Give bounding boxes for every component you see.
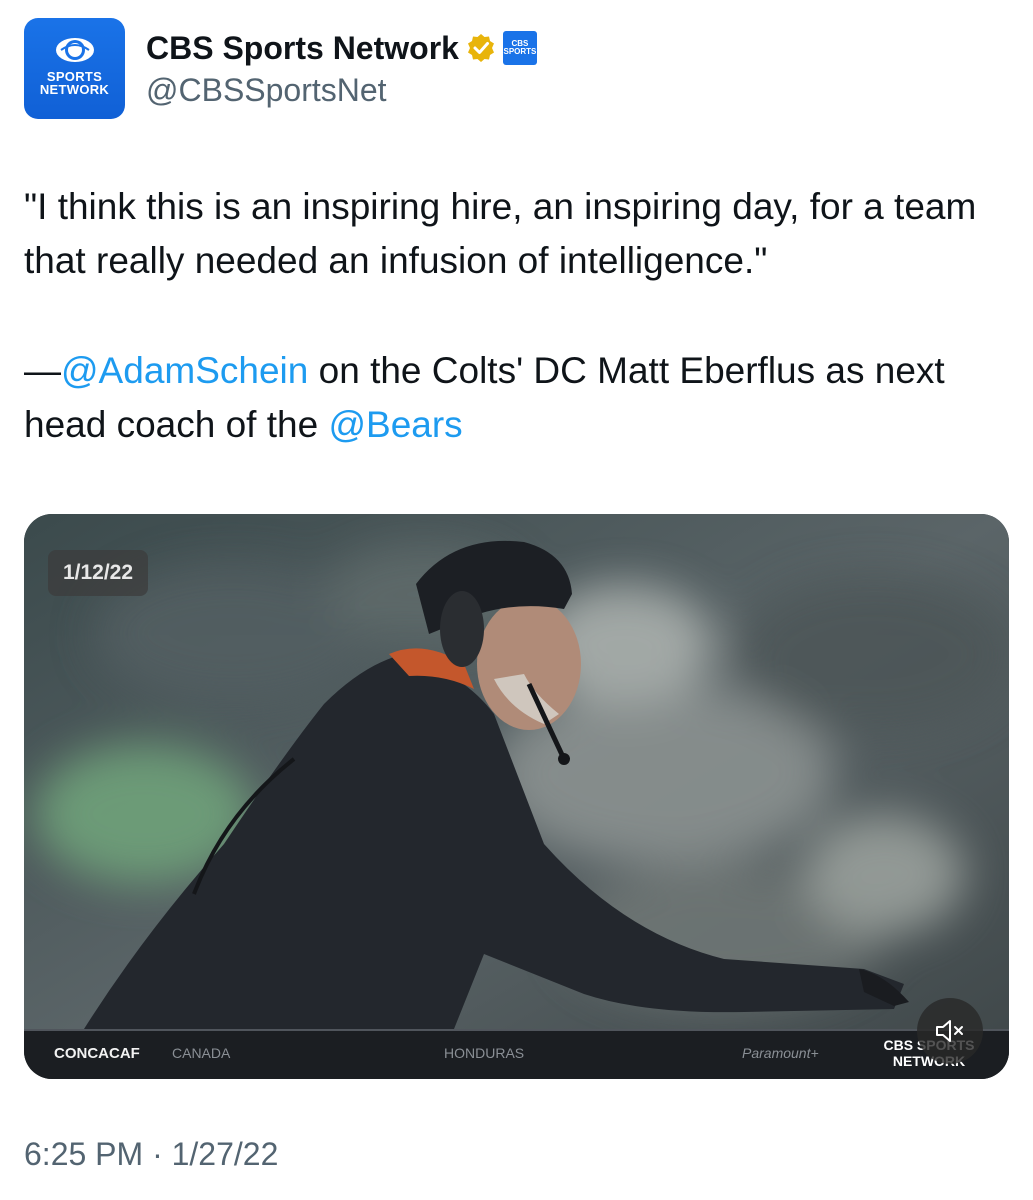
tweet-quote: "I think this is an inspiring hire, an i… (24, 186, 977, 281)
tweet-body: "I think this is an inspiring hire, an i… (24, 180, 1014, 452)
verified-badge-icon[interactable] (465, 32, 497, 64)
account-handle[interactable]: @CBSSportsNet (146, 72, 387, 109)
profile-avatar[interactable]: SPORTS NETWORK (24, 18, 125, 119)
cbs-eye-logo-icon (55, 37, 94, 62)
video-player[interactable]: 1/12/22 CONCACAF CANADA HONDURAS Paramou… (24, 514, 1009, 1079)
account-name-row: CBS Sports Network CBS SPORTS (146, 28, 537, 68)
tweet-timestamp[interactable]: 6:25 PM · 1/27/22 (24, 1136, 278, 1173)
attribution-dash: — (24, 350, 61, 391)
avatar-text: SPORTS NETWORK (40, 70, 109, 96)
video-date-badge: 1/12/22 (48, 550, 148, 596)
affiliate-line2: SPORTS (503, 47, 537, 56)
ticker-team1: CANADA (172, 1045, 231, 1061)
score-ticker: CONCACAF CANADA HONDURAS Paramount+ CBS … (24, 1029, 1009, 1079)
affiliate-badge[interactable]: CBS SPORTS (502, 31, 537, 65)
ticker-sponsor: Paramount+ (742, 1045, 819, 1061)
tweet-attribution: —@AdamSchein on the Colts' DC Matt Eberf… (24, 344, 1014, 452)
mention-adamschein[interactable]: @AdamSchein (61, 350, 308, 391)
speaker-muted-icon (936, 1020, 963, 1042)
avatar-line2: NETWORK (39, 81, 110, 97)
display-name[interactable]: CBS Sports Network (146, 30, 459, 67)
avatar-line1: SPORTS (46, 68, 103, 84)
ticker-league: CONCACAF (54, 1045, 140, 1062)
ticker-team2: HONDURAS (444, 1045, 525, 1061)
video-frame (24, 514, 1009, 1079)
mute-toggle-button[interactable] (917, 998, 983, 1064)
mention-bears[interactable]: @Bears (328, 404, 462, 445)
